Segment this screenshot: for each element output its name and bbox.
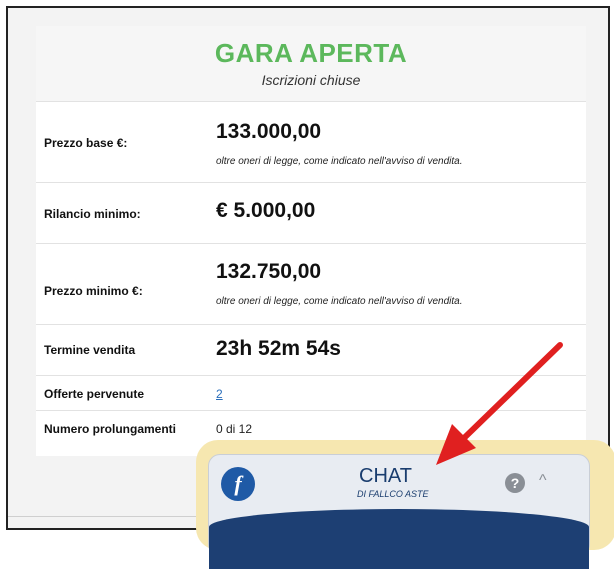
arrow-shaft bbox=[459, 342, 563, 443]
red-arrow-annotation bbox=[436, 342, 563, 465]
